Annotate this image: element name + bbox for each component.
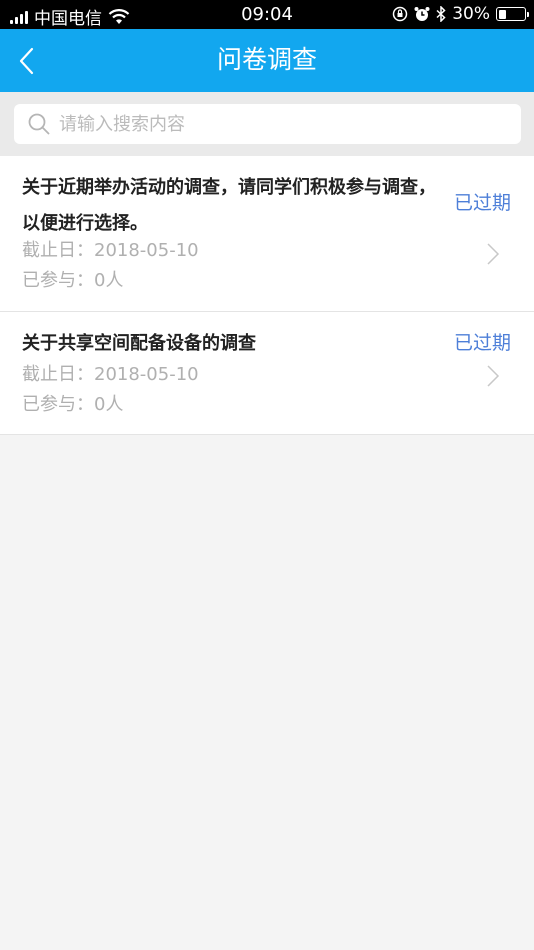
survey-deadline: 截止日：2018-05-10 bbox=[22, 364, 199, 385]
survey-list-item[interactable]: 关于近期举办活动的调查，请同学们积极参与调查，以便进行选择。 已过期 截止日：2… bbox=[0, 156, 534, 312]
status-right: 30% bbox=[392, 4, 529, 24]
survey-deadline: 截止日：2018-05-10 bbox=[22, 240, 199, 261]
search-area bbox=[0, 92, 534, 156]
nav-bar: 问卷调查 bbox=[0, 29, 534, 92]
status-badge: 已过期 bbox=[453, 192, 511, 214]
status-badge: 已过期 bbox=[453, 332, 511, 354]
battery-icon bbox=[496, 7, 529, 21]
search-box[interactable] bbox=[14, 104, 521, 144]
bluetooth-icon bbox=[436, 6, 446, 22]
chevron-right-icon bbox=[487, 365, 500, 387]
survey-list: 关于近期举办活动的调查，请同学们积极参与调查，以便进行选择。 已过期 截止日：2… bbox=[0, 156, 534, 435]
battery-fill bbox=[498, 9, 506, 19]
search-icon bbox=[28, 113, 50, 135]
survey-title: 关于共享空间配备设备的调查 bbox=[22, 333, 256, 354]
survey-list-item[interactable]: 关于共享空间配备设备的调查 已过期 截止日：2018-05-10 已参与：0人 bbox=[0, 312, 534, 435]
alarm-icon bbox=[414, 7, 430, 21]
survey-title: 关于近期举办活动的调查，请同学们积极参与调查，以便进行选择。 bbox=[22, 177, 436, 234]
page-title: 问卷调查 bbox=[216, 45, 317, 74]
survey-participants: 已参与：0人 bbox=[22, 394, 124, 415]
search-input[interactable] bbox=[57, 112, 501, 136]
chevron-right-icon bbox=[487, 243, 500, 265]
status-bar: 中国电信 09:04 30% bbox=[0, 0, 534, 29]
battery-percent: 30% bbox=[452, 4, 490, 24]
rotation-lock-icon bbox=[392, 6, 408, 22]
survey-participants: 已参与：0人 bbox=[22, 270, 124, 291]
